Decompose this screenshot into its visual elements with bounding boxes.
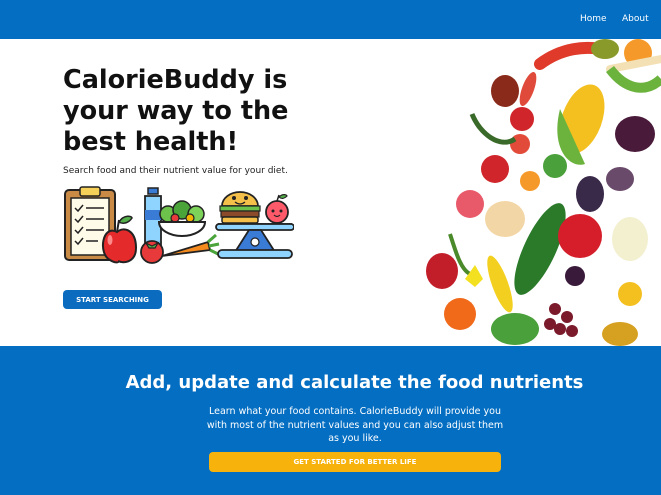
burger-icon (219, 191, 261, 224)
tomato-icon (140, 240, 164, 264)
hero-illustration (64, 186, 294, 264)
nav-home-link[interactable]: Home (580, 14, 607, 24)
salad-bowl-icon (157, 200, 207, 237)
hero-title: CalorieBuddy is your way to the best hea… (63, 65, 289, 157)
band-description: Learn what your food contains. CalorieBu… (206, 406, 504, 444)
weighing-scale-icon (215, 223, 294, 259)
band-title: Add, update and calculate the food nutri… (125, 372, 584, 393)
nav-about-link[interactable]: About (622, 14, 649, 24)
smiling-apple-icon (265, 194, 289, 224)
hero-subtitle: Search food and their nutrient value for… (63, 166, 288, 176)
navbar: Home About (0, 0, 661, 39)
cta-band: Add, update and calculate the food nutri… (0, 346, 661, 495)
hero-section: CalorieBuddy is your way to the best hea… (0, 39, 661, 346)
carrot-icon (161, 233, 220, 257)
start-searching-button[interactable]: START SEARCHING (63, 290, 162, 309)
get-started-button[interactable]: GET STARTED FOR BETTER LIFE (209, 452, 501, 472)
water-bottle-icon (144, 187, 162, 250)
vegetables-image (426, 39, 661, 346)
